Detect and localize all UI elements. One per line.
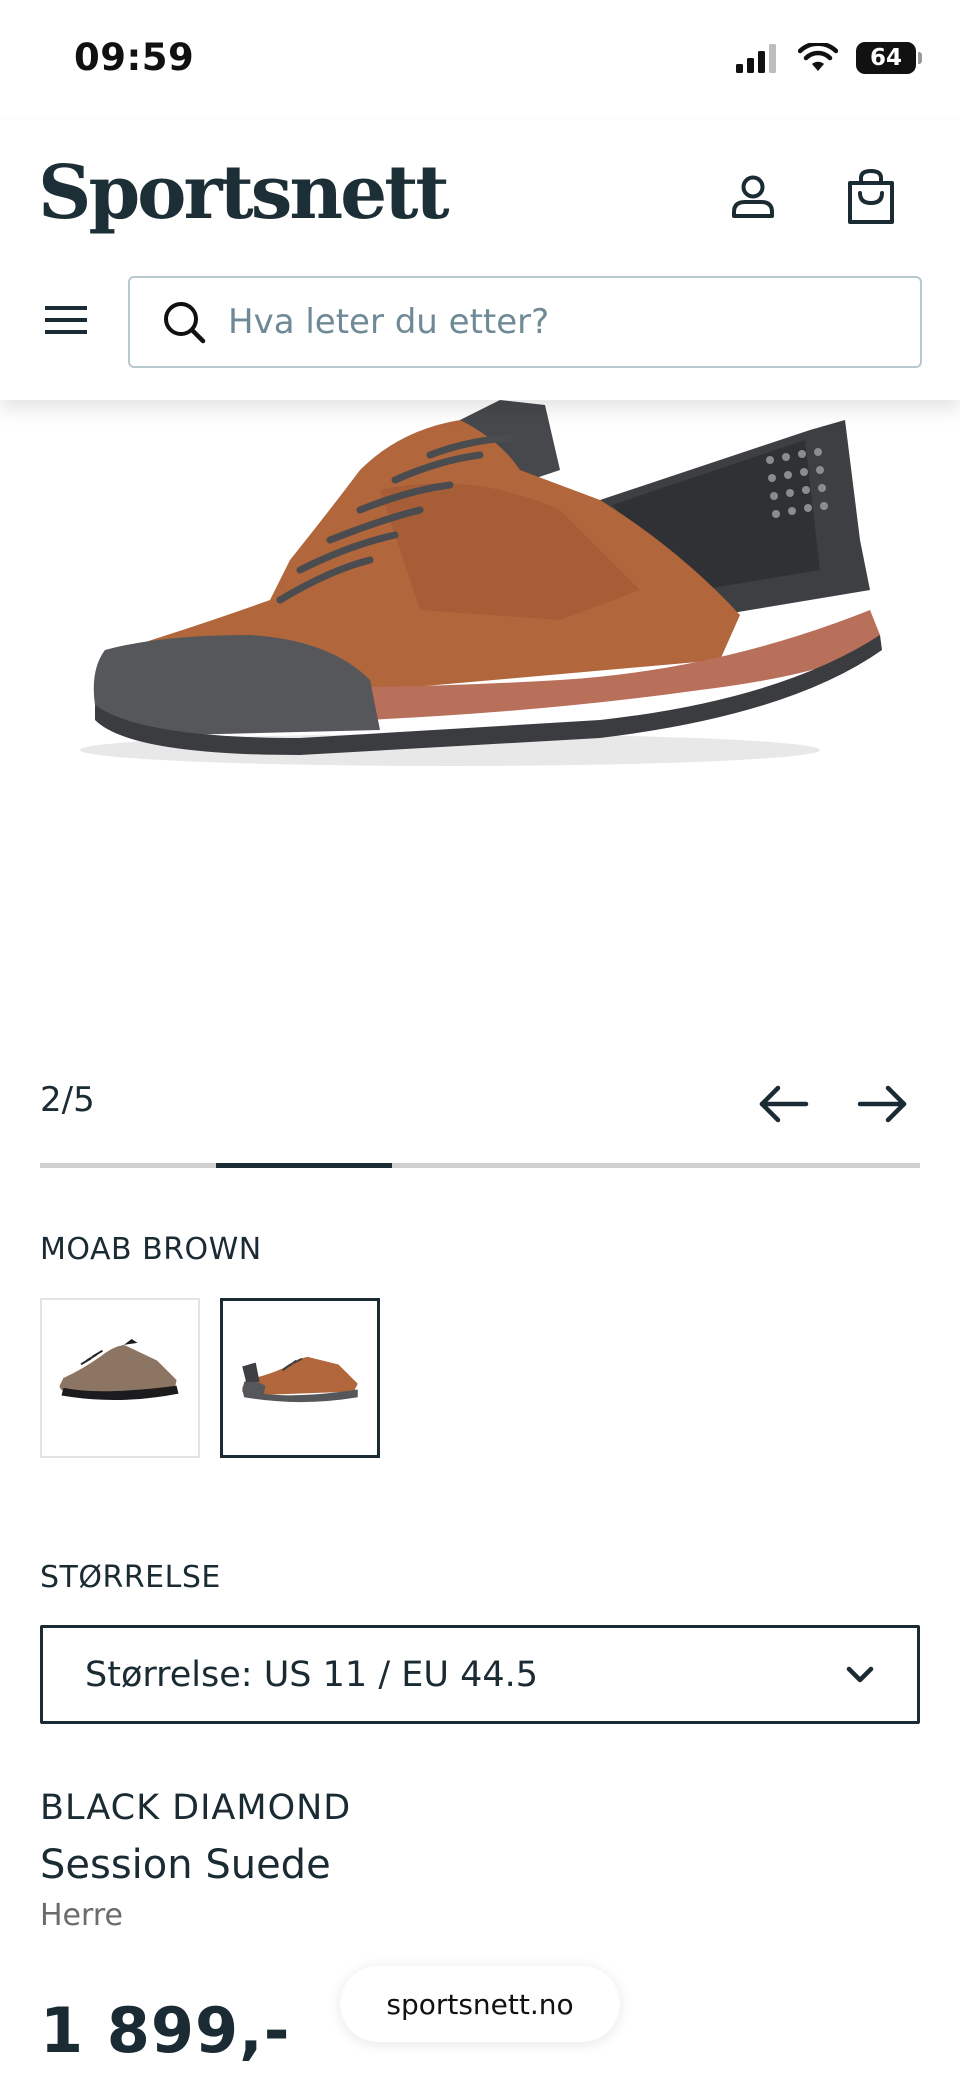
gallery-progress-bar: [40, 1163, 920, 1168]
wifi-icon: [798, 43, 838, 71]
arrow-left-icon: [759, 1085, 809, 1123]
hamburger-menu-icon: [45, 306, 87, 334]
status-icons: 64: [736, 42, 922, 74]
previous-image-button[interactable]: [754, 1082, 814, 1126]
color-name: MOAB BROWN: [40, 1232, 262, 1267]
image-counter: 2/5: [40, 1080, 95, 1120]
color-swatch-1[interactable]: [40, 1298, 200, 1458]
product-image[interactable]: [0, 360, 960, 800]
site-header: Sportsnett Hva leter du etter?: [0, 120, 960, 400]
next-image-button[interactable]: [852, 1082, 912, 1126]
chevron-down-icon: [846, 1666, 874, 1682]
size-label: STØRRELSE: [40, 1560, 221, 1595]
browser-url-bar[interactable]: sportsnett.no: [340, 1966, 620, 2042]
site-logo[interactable]: Sportsnett: [38, 150, 450, 236]
arrow-right-icon: [857, 1085, 907, 1123]
swatch-shoe-thumbnail: [59, 1339, 179, 1400]
product-brand[interactable]: BLACK DIAMOND: [40, 1788, 351, 1828]
search-icon: [164, 302, 206, 344]
product-gender: Herre: [40, 1898, 123, 1933]
size-select[interactable]: Størrelse: US 11 / EU 44.5: [40, 1625, 920, 1724]
menu-button[interactable]: [36, 290, 96, 350]
cart-button[interactable]: [838, 162, 904, 232]
product-name: Session Suede: [40, 1842, 331, 1888]
gallery-progress-indicator: [216, 1163, 392, 1168]
battery-indicator: 64: [856, 42, 922, 74]
status-bar: 09:59 64: [0, 0, 960, 120]
search-input[interactable]: Hva leter du etter?: [128, 276, 922, 368]
account-button[interactable]: [720, 164, 786, 230]
signal-icon: [736, 44, 776, 73]
size-select-value: Størrelse: US 11 / EU 44.5: [85, 1654, 539, 1695]
swatch-shoe-thumbnail: [242, 1356, 358, 1403]
search-placeholder: Hva leter du etter?: [228, 302, 550, 342]
status-time: 09:59: [74, 36, 195, 79]
user-icon: [732, 175, 774, 218]
color-swatch-2-selected[interactable]: [220, 1298, 380, 1458]
product-price: 1 899,-: [40, 1994, 291, 2067]
shopping-bag-icon: [848, 169, 894, 224]
